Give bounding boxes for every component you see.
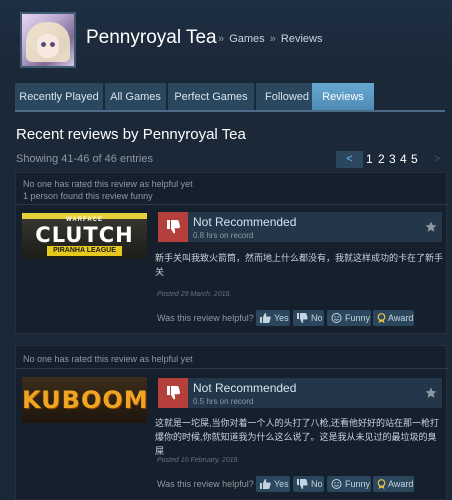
smiley-icon [331, 313, 342, 323]
divider [16, 368, 448, 369]
tab-reviews[interactable]: Reviews [312, 83, 374, 110]
thumbs-down-icon [158, 212, 188, 242]
review-text: 新手关叫我致火箭筒，然而地上什么都没有，我就这样成功的卡在了新手关 [155, 253, 444, 277]
vote-no-label: No [311, 479, 323, 489]
vote-yes-label: Yes [274, 479, 289, 489]
star-icon[interactable] [425, 387, 437, 399]
divider [16, 204, 448, 205]
page-title: Recent reviews by Pennyroyal Tea [16, 126, 246, 143]
recommendation-header[interactable]: Not Recommended 0.8 hrs on record [158, 212, 442, 242]
breadcrumb: » Games » Reviews [216, 33, 322, 45]
vote-funny-label: Funny [345, 313, 371, 323]
game-capsule-line3: PIRANHA LEAGUE [47, 246, 122, 256]
game-capsule-line1: KUBOOM [22, 386, 147, 414]
tab-all-games[interactable]: All Games [105, 83, 166, 110]
profile-name[interactable]: Pennyroyal Tea [86, 27, 217, 49]
award-label: Award [388, 479, 414, 489]
funny-count: 1 person found this review funny [23, 191, 153, 201]
vote-funny-label: Funny [345, 479, 371, 489]
page-link[interactable]: 1 [366, 152, 373, 166]
thumbs-down-icon [158, 378, 188, 408]
review-card: No one has rated this review as helpful … [15, 172, 448, 334]
award-button[interactable]: Award [373, 310, 414, 326]
award-label: Award [388, 313, 414, 323]
recommendation-label: Not Recommended [193, 381, 297, 395]
tab-followed[interactable]: Followed [256, 83, 318, 110]
vote-yes-button[interactable]: Yes [256, 476, 290, 492]
vote-funny-button[interactable]: Funny [327, 310, 371, 326]
page-link[interactable]: 3 [389, 152, 396, 166]
game-capsule[interactable]: WARFACE CLUTCH PIRANHA LEAGUE [22, 213, 147, 259]
profile-header: Pennyroyal Tea » Games » Reviews [0, 0, 452, 68]
helpful-count: No one has rated this review as helpful … [23, 179, 193, 189]
hours-on-record: 0.8 hrs on record [193, 231, 254, 240]
thumbs-down-icon [297, 313, 308, 323]
pagination-prev-button[interactable]: < [336, 151, 363, 168]
avatar[interactable] [20, 12, 76, 68]
breadcrumb-separator: » [218, 33, 225, 45]
review-card: No one has rated this review as helpful … [15, 345, 448, 500]
vote-yes-button[interactable]: Yes [256, 310, 290, 326]
page-link[interactable]: 4 [400, 152, 407, 166]
page-link[interactable]: 2 [378, 152, 385, 166]
tab-underline [15, 110, 445, 112]
breadcrumb-games-link[interactable]: Games [229, 33, 264, 45]
hours-on-record: 0.5 hrs on record [193, 397, 254, 406]
recommendation-label: Not Recommended [193, 215, 297, 229]
entry-count: Showing 41-46 of 46 entries [16, 153, 153, 165]
star-icon[interactable] [425, 221, 437, 233]
vote-no-button[interactable]: No [293, 476, 324, 492]
game-capsule-line2: CLUTCH [35, 223, 134, 247]
smiley-icon [331, 479, 342, 489]
posted-date: Posted 29 March, 2018. [157, 291, 232, 298]
award-icon [377, 313, 386, 323]
tab-perfect-games[interactable]: Perfect Games [168, 83, 254, 110]
vote-no-button[interactable]: No [293, 310, 324, 326]
review-text: 这就是一坨屎,当你对着一个人的头打了八枪,还看他好好的站在那一枪打爆你的时候,你… [155, 418, 440, 456]
page-link-current[interactable]: 5 [411, 152, 418, 166]
award-button[interactable]: Award [373, 476, 414, 492]
breadcrumb-reviews-link[interactable]: Reviews [281, 33, 323, 45]
vote-funny-button[interactable]: Funny [327, 476, 371, 492]
rate-prompt: Was this review helpful? [157, 479, 254, 489]
thumbs-up-icon [260, 479, 271, 489]
tab-recently-played[interactable]: Recently Played [15, 83, 103, 110]
vote-no-label: No [311, 313, 323, 323]
rate-prompt: Was this review helpful? [157, 313, 254, 323]
thumbs-up-icon [260, 313, 271, 323]
game-capsule[interactable]: KUBOOM [22, 377, 147, 423]
award-icon [377, 479, 386, 489]
recommendation-header[interactable]: Not Recommended 0.5 hrs on record [158, 378, 442, 408]
posted-date: Posted 10 February, 2018. [157, 457, 240, 464]
breadcrumb-separator: » [269, 33, 276, 45]
helpful-count: No one has rated this review as helpful … [23, 354, 193, 364]
vote-yes-label: Yes [274, 313, 289, 323]
pagination-next-button: > [433, 153, 441, 165]
thumbs-down-icon [297, 479, 308, 489]
